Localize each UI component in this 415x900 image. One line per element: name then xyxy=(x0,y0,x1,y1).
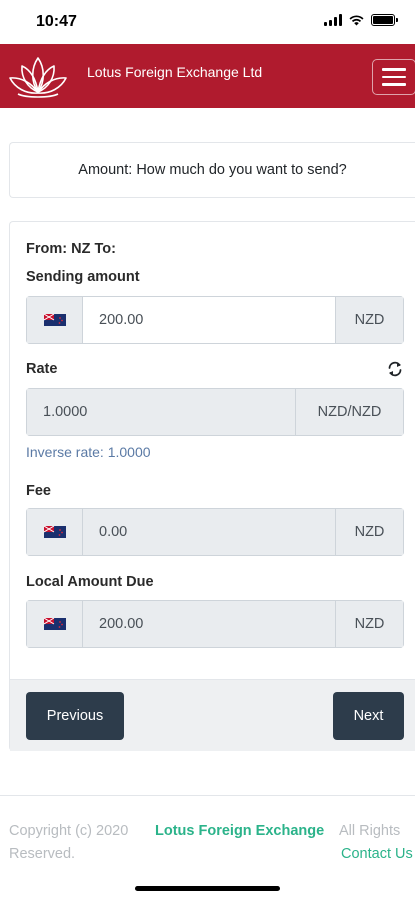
nz-flag-icon xyxy=(26,600,82,648)
status-bar: 10:47 xyxy=(0,0,415,44)
wifi-icon xyxy=(349,15,364,26)
contact-us-link[interactable]: Contact Us xyxy=(341,846,413,862)
status-time: 10:47 xyxy=(36,13,77,30)
amount-prompt-card: Amount: How much do you want to send? xyxy=(9,142,415,198)
signal-icon xyxy=(324,14,342,26)
lotus-logo-icon[interactable] xyxy=(4,52,72,102)
from-to-label: From: NZ To: xyxy=(26,241,116,257)
sending-currency: NZD xyxy=(336,296,404,344)
hamburger-menu-icon[interactable] xyxy=(372,59,415,95)
fee-currency: NZD xyxy=(336,508,404,556)
local-amount-due-group: 200.00 NZD xyxy=(26,600,404,648)
form-actions: Previous Next xyxy=(10,679,415,751)
exchange-form-card: From: NZ To: Sending amount 200.00 NZD R… xyxy=(9,221,415,751)
amount-prompt: Amount: How much do you want to send? xyxy=(78,162,347,178)
fee-group: 0.00 NZD xyxy=(26,508,404,556)
rate-input: 1.0000 xyxy=(26,388,296,436)
battery-icon xyxy=(371,14,398,26)
nz-flag-icon xyxy=(26,296,82,344)
local-amount-currency: NZD xyxy=(336,600,404,648)
rights-text: All Rights xyxy=(339,823,401,839)
rate-group: 1.0000 NZD/NZD xyxy=(26,388,404,436)
nz-flag-icon xyxy=(26,508,82,556)
refresh-icon[interactable] xyxy=(386,360,404,378)
home-indicator xyxy=(135,886,280,891)
previous-button[interactable]: Previous xyxy=(26,692,124,740)
page-footer: Copyright (c) 2020 Lotus Foreign Exchang… xyxy=(0,795,415,900)
company-link[interactable]: Lotus Foreign Exchange xyxy=(155,823,324,839)
local-amount-due-input: 200.00 xyxy=(82,600,336,648)
status-icons xyxy=(324,14,398,26)
next-button[interactable]: Next xyxy=(333,692,404,740)
sending-amount-input[interactable]: 200.00 xyxy=(82,296,336,344)
sending-amount-label: Sending amount xyxy=(26,269,140,285)
brand-title[interactable]: Lotus Foreign Exchange Ltd xyxy=(87,64,262,80)
fee-label: Fee xyxy=(26,483,51,499)
sending-amount-group: 200.00 NZD xyxy=(26,296,404,344)
local-amount-due-label: Local Amount Due xyxy=(26,574,154,590)
inverse-rate: Inverse rate: 1.0000 xyxy=(26,444,151,460)
reserved-text: Reserved. xyxy=(9,846,76,862)
rate-currency-pair: NZD/NZD xyxy=(296,388,404,436)
rate-label: Rate xyxy=(26,361,58,377)
fee-input: 0.00 xyxy=(82,508,336,556)
navbar: Lotus Foreign Exchange Ltd xyxy=(0,44,415,108)
copyright-text: Copyright (c) 2020 xyxy=(9,823,129,839)
